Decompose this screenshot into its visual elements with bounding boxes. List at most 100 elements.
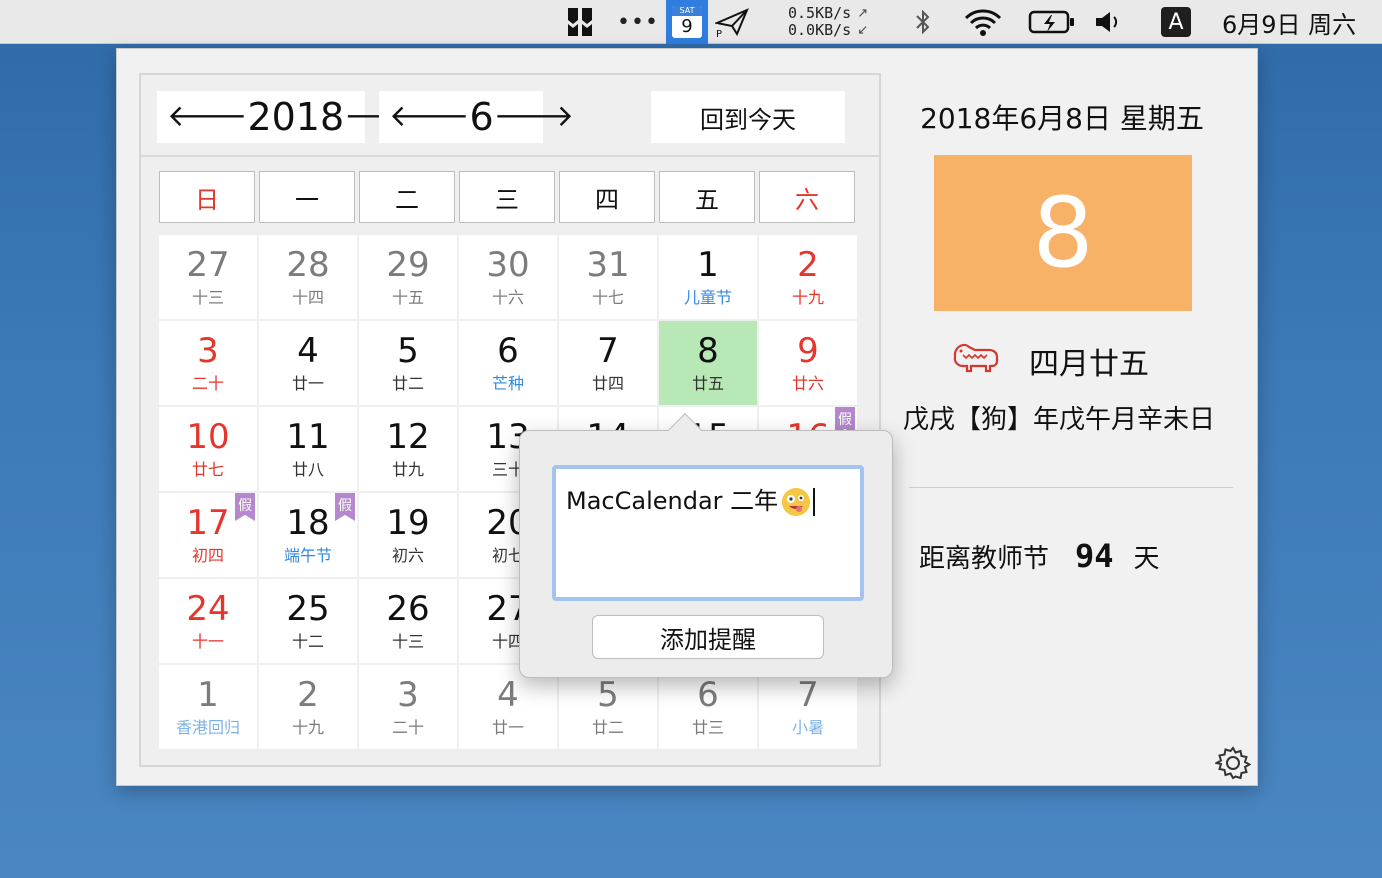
ganzhi-date: 戊戌【狗】年戊午月辛未日: [903, 405, 1216, 435]
lunar-label: 十六: [491, 288, 524, 307]
day-cell[interactable]: 10 廿七: [159, 407, 257, 491]
net-arrows-icon: ↗ ↙: [857, 6, 869, 38]
day-cell[interactable]: 27 十三: [159, 235, 257, 319]
holiday-tag: 假: [235, 493, 255, 521]
wifi-icon[interactable]: [960, 0, 1006, 44]
day-cell[interactable]: 17 初四 假: [159, 493, 257, 577]
lunar-label: 廿八: [291, 460, 324, 479]
day-cell[interactable]: 5 廿二: [359, 321, 457, 405]
day-cell[interactable]: 24 十一: [159, 579, 257, 663]
day-number: 6: [497, 331, 519, 371]
info-divider: [909, 487, 1233, 488]
day-number: 3: [397, 675, 419, 715]
day-cell[interactable]: 30 十六: [459, 235, 557, 319]
net-up-speed: 0.5KB/s: [788, 4, 852, 22]
day-number: 25: [286, 589, 330, 629]
menu-clock[interactable]: 6月9日 周六: [1222, 0, 1382, 44]
lunar-label: 十四: [291, 288, 324, 307]
calendar-menu-button[interactable]: SAT 9: [666, 0, 708, 44]
day-cell[interactable]: 8 廿五: [659, 321, 757, 405]
day-cell[interactable]: 1 儿童节: [659, 235, 757, 319]
gear-icon[interactable]: [1213, 745, 1252, 781]
weekday-header-4: 四: [559, 171, 655, 223]
day-cell[interactable]: 7 廿四: [559, 321, 657, 405]
day-cell[interactable]: 3 二十: [159, 321, 257, 405]
day-number: 8: [697, 331, 719, 371]
day-cell[interactable]: 3 二十: [359, 665, 457, 749]
day-cell[interactable]: 18 端午节 假: [259, 493, 357, 577]
lunar-label: 初六: [391, 546, 424, 565]
lunar-label: 小暑: [791, 718, 824, 737]
lunar-label: 香港回归: [175, 718, 240, 737]
festival-countdown: 距离教师节 94 天: [919, 537, 1160, 575]
day-cell[interactable]: 19 初六: [359, 493, 457, 577]
lunar-label: 廿七: [191, 460, 224, 479]
lunar-label: 廿六: [791, 374, 824, 393]
day-number: 24: [186, 589, 230, 629]
day-cell[interactable]: 1 香港回归: [159, 665, 257, 749]
day-number: 28: [286, 245, 330, 285]
battery-icon[interactable]: [1026, 0, 1078, 44]
day-number: 31: [586, 245, 630, 285]
lunar-label: 廿五: [691, 374, 724, 393]
app-logo-icon[interactable]: [562, 0, 598, 44]
weekday-header-0: 日: [159, 171, 255, 223]
lunar-label: 十九: [791, 288, 824, 307]
lunar-label: 十九: [291, 718, 324, 737]
countdown-days: 94: [1075, 537, 1114, 575]
year-navigator: 🡐 2018 🡒: [157, 91, 425, 143]
bluetooth-icon[interactable]: [908, 0, 938, 44]
holiday-tag: 假: [335, 493, 355, 521]
back-to-today-button[interactable]: 回到今天: [651, 91, 845, 143]
network-speed[interactable]: 0.5KB/s 0.0KB/s ↗ ↙: [788, 0, 892, 44]
day-cell[interactable]: 6 芒种: [459, 321, 557, 405]
day-cell[interactable]: 4 廿一: [259, 321, 357, 405]
prev-year-button[interactable]: 🡐: [167, 102, 247, 132]
nav-divider: [141, 155, 879, 157]
menu-bar: ••• SAT 9 P 0.5KB/s 0.0KB/s ↗ ↙ A 6月9日 周六: [0, 0, 1382, 44]
paper-plane-icon[interactable]: P: [712, 0, 752, 44]
day-number: 3: [197, 331, 219, 371]
more-icon[interactable]: •••: [617, 0, 658, 44]
calendar-icon: SAT 9: [672, 6, 702, 38]
day-cell[interactable]: 25 十二: [259, 579, 357, 663]
day-cell[interactable]: 2 十九: [759, 235, 857, 319]
day-cell[interactable]: 28 十四: [259, 235, 357, 319]
day-cell[interactable]: 29 十五: [359, 235, 457, 319]
day-number: 30: [486, 245, 530, 285]
day-number: 26: [386, 589, 430, 629]
calendar-icon-day: 9: [681, 16, 693, 37]
volume-icon[interactable]: [1092, 0, 1124, 44]
day-number: 17: [186, 503, 230, 543]
lunar-label: 儿童节: [683, 288, 732, 307]
day-number: 12: [386, 417, 430, 457]
next-month-button[interactable]: 🡒: [494, 102, 574, 132]
lunar-label: 芒种: [491, 374, 524, 393]
net-down-speed: 0.0KB/s: [788, 21, 852, 39]
prev-month-button[interactable]: 🡐: [389, 102, 469, 132]
weekday-header-5: 五: [659, 171, 755, 223]
day-number: 27: [186, 245, 230, 285]
lunar-label: 十七: [591, 288, 624, 307]
svg-text:P: P: [716, 29, 722, 37]
add-reminder-button[interactable]: 添加提醒: [592, 615, 824, 659]
countdown-label: 距离教师节: [919, 543, 1050, 574]
reminder-note-input[interactable]: MacCalendar 二年: [552, 465, 864, 601]
day-cell[interactable]: 11 廿八: [259, 407, 357, 491]
lunar-label: 十三: [391, 632, 424, 651]
dog-zodiac-icon: [951, 339, 999, 373]
input-method-indicator[interactable]: A: [1160, 0, 1192, 44]
day-cell[interactable]: 2 十九: [259, 665, 357, 749]
day-cell[interactable]: 9 廿六: [759, 321, 857, 405]
lunar-date: 四月廿五: [1029, 347, 1149, 382]
day-cell[interactable]: 31 十七: [559, 235, 657, 319]
day-number: 4: [497, 675, 519, 715]
day-cell[interactable]: 12 廿九: [359, 407, 457, 491]
selected-full-date: 2018年6月8日 星期五: [920, 102, 1204, 135]
weekday-header-1: 一: [259, 171, 355, 223]
month-navigator: 🡐 6 🡒: [379, 91, 574, 143]
day-number: 6: [697, 675, 719, 715]
day-number: 19: [386, 503, 430, 543]
lunar-label: 廿二: [591, 718, 624, 737]
day-cell[interactable]: 26 十三: [359, 579, 457, 663]
